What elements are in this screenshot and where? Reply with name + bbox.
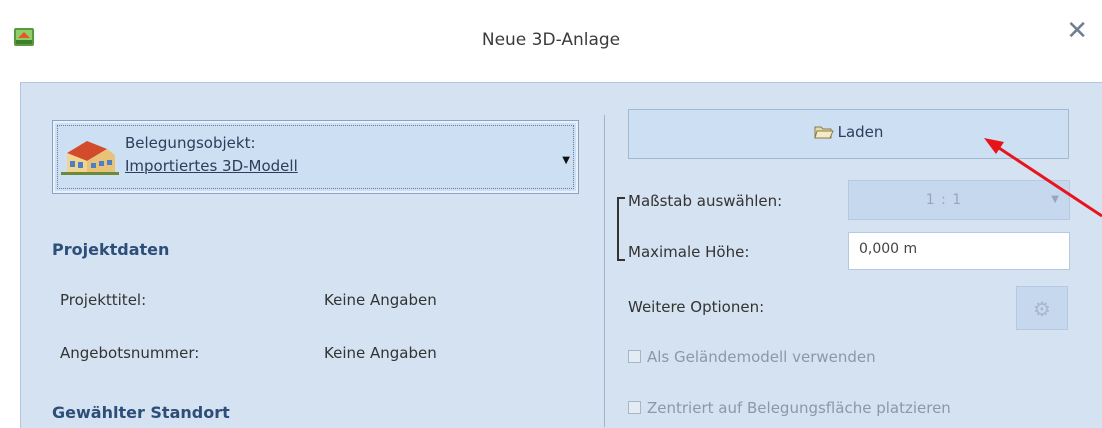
chevron-down-icon: ▼ [1051,194,1059,205]
object-selector-button[interactable]: Belegungsobjekt: Importiertes 3D-Modell … [52,120,579,194]
terrain-model-checkbox[interactable]: Als Geländemodell verwenden [628,348,876,366]
load-button-label: Laden [837,123,884,141]
more-options-label: Weitere Optionen: [628,298,765,316]
center-placement-checkbox[interactable]: Zentriert auf Belegungsfläche platzieren [628,399,951,417]
project-data-heading: Projektdaten [52,240,170,259]
scale-select[interactable]: 1 : 1 ▼ [848,180,1070,220]
gear-icon: ⚙ [1033,297,1051,321]
title-bar: Neue 3D-Anlage ✕ [0,0,1102,80]
offer-number-label: Angebotsnummer: [60,344,200,362]
scale-select-value: 1 : 1 [925,192,963,208]
offer-number-value: Keine Angaben [324,344,437,362]
center-placement-label: Zentriert auf Belegungsfläche platzieren [647,399,951,417]
load-button[interactable]: Laden [628,109,1069,159]
object-selector-value: Importiertes 3D-Modell [125,157,298,175]
window-title: Neue 3D-Anlage [481,30,621,50]
close-icon[interactable]: ✕ [1066,18,1088,44]
chevron-down-icon: ▼ [562,155,570,166]
checkbox-box [628,350,641,363]
more-options-button[interactable]: ⚙ [1016,286,1068,330]
project-title-value: Keine Angaben [324,291,437,309]
terrain-model-label: Als Geländemodell verwenden [647,348,876,366]
scale-label: Maßstab auswählen: [628,192,783,210]
object-selector-label: Belegungsobjekt: [125,134,256,152]
checkbox-box [628,401,641,414]
scale-height-bracket [617,197,625,261]
folder-open-icon [813,126,834,139]
house-icon [61,141,119,175]
project-title-label: Projekttitel: [60,291,147,309]
max-height-input[interactable]: 0,000 m [848,232,1070,270]
max-height-label: Maximale Höhe: [628,243,750,261]
column-divider [604,115,605,427]
location-heading: Gewählter Standort [52,403,230,422]
